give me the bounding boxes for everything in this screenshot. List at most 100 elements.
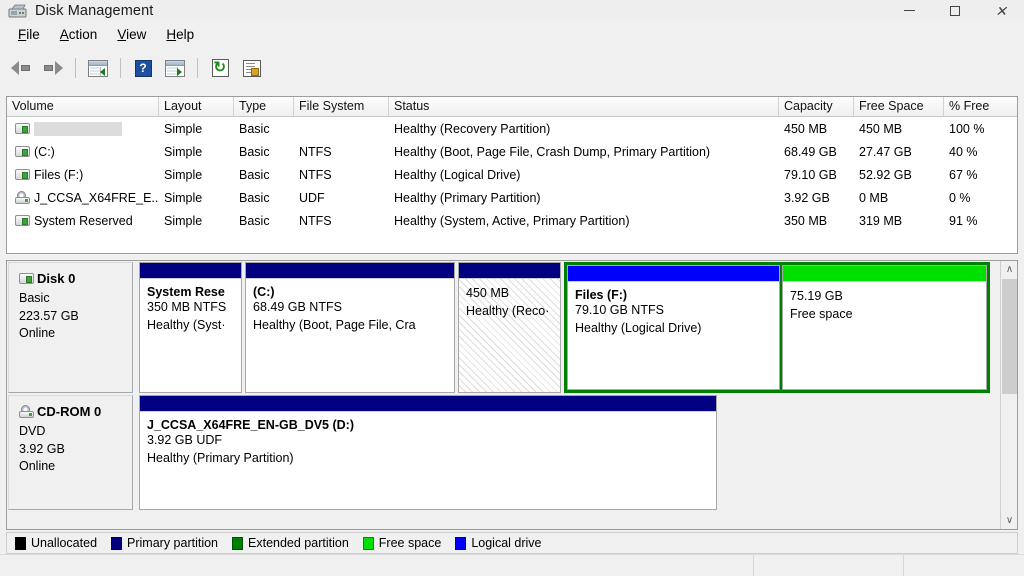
partition-body: System Rese 350 MB NTFS Healthy (Syst·: [140, 278, 241, 392]
partition-status: Healthy (Reco·: [466, 303, 550, 318]
legend-item: Primary partition: [111, 536, 218, 550]
partition-size: 79.10 GB NTFS: [575, 303, 664, 317]
back-button[interactable]: [6, 54, 36, 82]
partition-body: J_CCSA_X64FRE_EN-GB_DV5 (D:) 3.92 GB UDF H…: [140, 411, 716, 509]
partition-body: Files (F:) 79.10 GB NTFS Healthy (Logical …: [568, 281, 779, 389]
status-segment-2: [754, 555, 904, 576]
graphical-view-panel: Disk 0 Basic 223.57 GB Online System Rese 350…: [6, 260, 1018, 530]
cell-file-system: NTFS: [299, 213, 332, 228]
scroll-up-button[interactable]: ∧: [1001, 261, 1017, 278]
graphical-view-scrollbar[interactable]: ∧ ∨: [1000, 261, 1017, 529]
partition-icon: [15, 215, 30, 226]
extended-partition-container[interactable]: Files (F:) 79.10 GB NTFS Healthy (Logical …: [564, 262, 990, 393]
partition-size: 68.49 GB NTFS: [253, 300, 342, 314]
table-row[interactable]: Simple Basic Healthy (Recovery Partition) 4…: [7, 117, 1017, 140]
column-header-status[interactable]: Status: [389, 97, 779, 116]
cell-layout: Simple: [164, 144, 203, 159]
cell-status: Healthy (Primary Partition): [394, 190, 541, 205]
legend-label: Logical drive: [471, 536, 542, 550]
partition-block[interactable]: System Rese 350 MB NTFS Healthy (Syst·: [139, 262, 242, 393]
volume-list-body: Simple Basic Healthy (Recovery Partition) 4…: [7, 117, 1017, 232]
partition-status: Healthy (Syst·: [147, 317, 226, 332]
partition-size: 450 MB: [466, 286, 510, 300]
cell-percent-free: 0 %: [949, 190, 971, 205]
column-header-free[interactable]: % Free: [944, 97, 1017, 116]
help-button[interactable]: ?: [128, 54, 158, 82]
partition-size: 350 MB NTFS: [147, 300, 227, 314]
close-button[interactable]: ✕: [978, 0, 1024, 21]
disk-management-window: Disk Management ✕ File Action View Help …: [0, 0, 1024, 576]
disk-icon: [19, 273, 34, 284]
scroll-down-button[interactable]: ∨: [1001, 512, 1017, 529]
legend-swatch: [455, 536, 467, 550]
partition-icon: [15, 123, 30, 134]
column-header-volume[interactable]: Volume: [7, 97, 159, 116]
cell-file-system: NTFS: [299, 144, 332, 159]
window-controls: ✕: [886, 0, 1024, 21]
legend-label: Free space: [378, 536, 442, 550]
rescan-disks-button[interactable]: [237, 54, 267, 82]
partition-block[interactable]: 75.19 GB Free space: [782, 265, 987, 390]
table-row[interactable]: System Reserved Simple Basic NTFS Healthy (S…: [7, 209, 1017, 232]
status-bar: [0, 554, 1024, 576]
cell-volume: (C:): [7, 145, 159, 159]
partition-color-bar: [140, 396, 716, 411]
partition-size: 75.19 GB: [790, 289, 843, 303]
column-header-free-space[interactable]: Free Space: [854, 97, 944, 116]
menu-help[interactable]: Help: [156, 24, 204, 45]
column-header-capacity[interactable]: Capacity: [779, 97, 854, 116]
table-row[interactable]: J_CCSA_X64FRE_E... Simple Basic UDF Healthy …: [7, 186, 1017, 209]
legend-swatch: [111, 536, 123, 550]
legend-label: Primary partition: [127, 536, 219, 550]
menu-view[interactable]: View: [107, 24, 156, 45]
cell-percent-free: 91 %: [949, 213, 978, 228]
show-hide-console-tree-icon: [88, 59, 108, 77]
disk-state: Online: [19, 326, 56, 340]
cell-volume: J_CCSA_X64FRE_E...: [7, 191, 159, 205]
disk-info-cd-rom-0[interactable]: CD-ROM 0 DVD 3.92 GB Online: [8, 395, 133, 510]
cell-status: Healthy (Recovery Partition): [394, 121, 551, 136]
minimize-button[interactable]: [886, 0, 932, 21]
disk-row: Disk 0 Basic 223.57 GB Online System Rese 350…: [8, 262, 993, 393]
disk-info-disk-0[interactable]: Disk 0 Basic 223.57 GB Online: [8, 262, 133, 393]
cell-layout: Simple: [164, 121, 203, 136]
disk-type: Basic: [19, 291, 50, 305]
cdrom-icon: [15, 191, 30, 204]
partition-name: System Rese: [147, 285, 225, 299]
column-header-layout[interactable]: Layout: [159, 97, 234, 116]
cell-file-system: NTFS: [299, 167, 332, 182]
cell-capacity: 350 MB: [784, 213, 828, 228]
legend-item: Logical drive: [455, 536, 542, 550]
forward-button[interactable]: [38, 54, 68, 82]
cell-percent-free: 40 %: [949, 144, 978, 159]
maximize-button[interactable]: [932, 0, 978, 21]
partition-color-bar: [568, 266, 779, 281]
column-header-type[interactable]: Type: [234, 97, 294, 116]
partition-block[interactable]: 450 MB Healthy (Reco·: [458, 262, 561, 393]
cell-status: Healthy (Logical Drive): [394, 167, 521, 182]
table-row[interactable]: (C:) Simple Basic NTFS Healthy (Boot, Page F…: [7, 140, 1017, 163]
scroll-thumb[interactable]: [1002, 279, 1017, 394]
cell-layout: Simple: [164, 167, 203, 182]
partition-block[interactable]: J_CCSA_X64FRE_EN-GB_DV5 (D:) 3.92 GB UDF H…: [139, 395, 717, 510]
volume-list-header: Volume Layout Type File System Status Capacit…: [7, 97, 1017, 117]
partition-status: Healthy (Logical Drive): [575, 320, 702, 335]
legend-item: Unallocated: [15, 536, 97, 550]
show-hide-action-pane-button[interactable]: [160, 54, 190, 82]
refresh-button[interactable]: [205, 54, 235, 82]
partition-block[interactable]: Files (F:) 79.10 GB NTFS Healthy (Logical …: [567, 265, 780, 390]
toolbar-separator-1: [75, 58, 76, 78]
show-hide-console-tree-button[interactable]: [83, 54, 113, 82]
cell-free-space: 52.92 GB: [859, 167, 912, 182]
cell-free-space: 0 MB: [859, 190, 889, 205]
cell-type: Basic: [239, 121, 270, 136]
partition-status: Free space: [790, 306, 853, 321]
partition-block[interactable]: (C:) 68.49 GB NTFS Healthy (Boot, Page Fil…: [245, 262, 455, 393]
partition-body: 450 MB Healthy (Reco·: [459, 278, 560, 392]
menu-action[interactable]: Action: [50, 24, 108, 45]
table-row[interactable]: Files (F:) Simple Basic NTFS Healthy (Logica…: [7, 163, 1017, 186]
menu-file[interactable]: File: [8, 24, 50, 45]
cell-layout: Simple: [164, 190, 203, 205]
column-header-file-system[interactable]: File System: [294, 97, 389, 116]
cell-capacity: 79.10 GB: [784, 167, 837, 182]
